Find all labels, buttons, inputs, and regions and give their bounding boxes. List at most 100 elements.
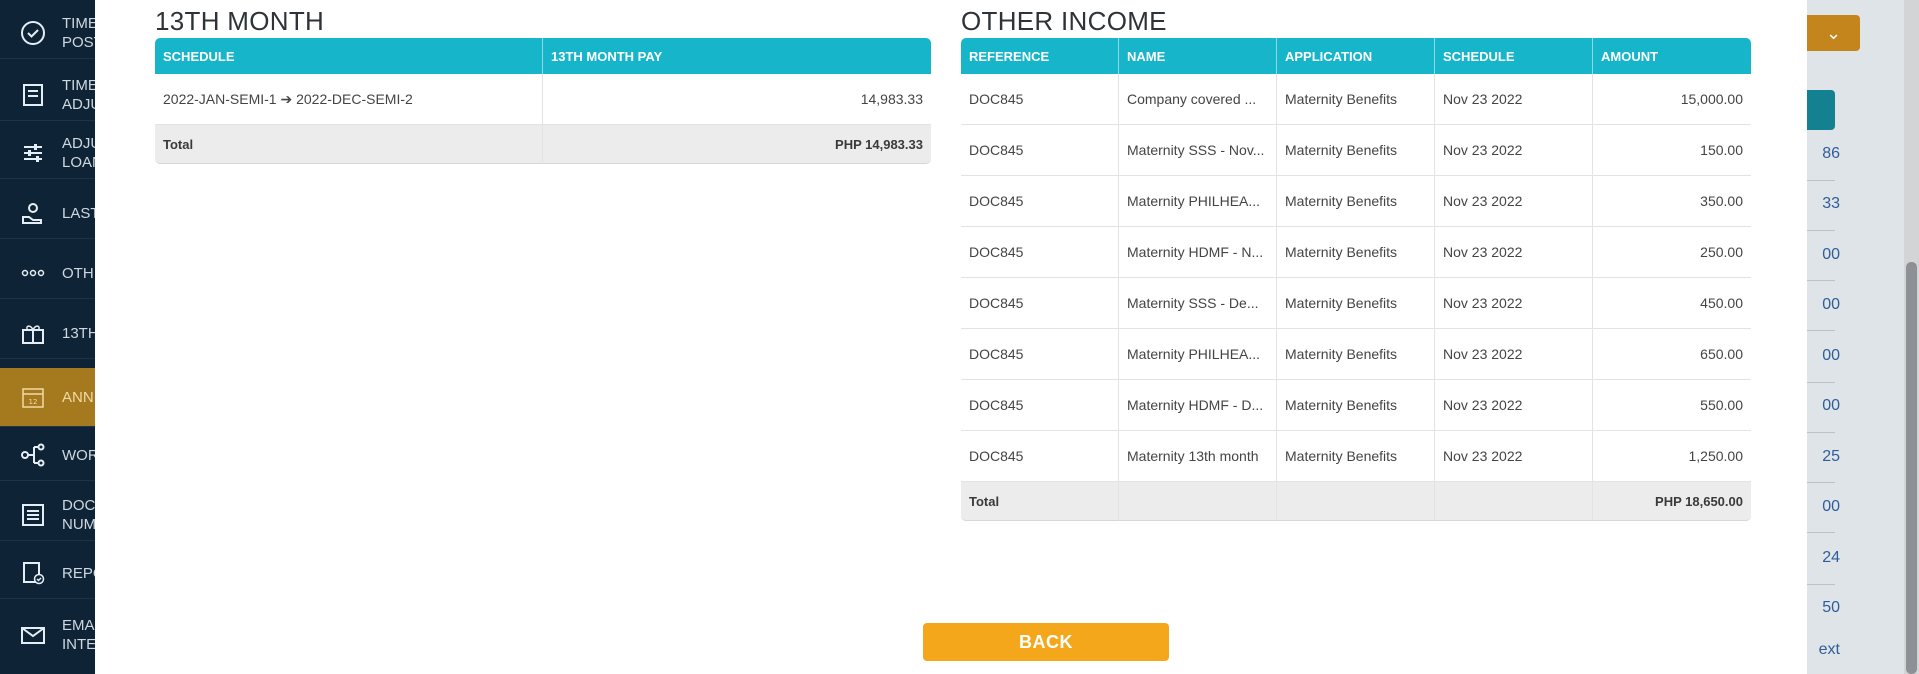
cell-application: Maternity Benefits (1277, 380, 1435, 431)
other-income-title: OTHER INCOME (961, 6, 1167, 36)
background-row-divider (1807, 330, 1835, 331)
cell-amount: 150.00 (1593, 125, 1751, 176)
background-row-divider (1807, 180, 1835, 181)
background-row-divider (1807, 482, 1835, 483)
thirteenth-month-title: 13TH MONTH (155, 6, 325, 36)
cell-reference: DOC845 (961, 329, 1119, 380)
cell-name: Maternity HDMF - D... (1119, 380, 1277, 431)
column-header-13th-month-pay: 13TH MONTH PAY (543, 38, 931, 74)
cell-schedule: 2022-JAN-SEMI-1 ➔ 2022-DEC-SEMI-2 (155, 74, 543, 125)
cell-name: Maternity HDMF - N... (1119, 227, 1277, 278)
cell-name: Maternity PHILHEA... (1119, 176, 1277, 227)
cell-schedule: Nov 23 2022 (1435, 431, 1593, 482)
table-header-row: SCHEDULE 13TH MONTH PAY (155, 38, 931, 74)
check-circle-icon (16, 16, 50, 50)
table-row: DOC845 Company covered ... Maternity Ben… (961, 74, 1751, 125)
workflow-icon (16, 438, 50, 472)
hand-coin-icon (16, 196, 50, 230)
cell-reference: DOC845 (961, 227, 1119, 278)
cell-amount: 15,000.00 (1593, 74, 1751, 125)
ellipsis-icon (16, 256, 50, 290)
cell-amount: 650.00 (1593, 329, 1751, 380)
cell-application: Maternity Benefits (1277, 176, 1435, 227)
cell-reference: DOC845 (961, 380, 1119, 431)
chevron-down-icon: ⌄ (1825, 22, 1842, 43)
calendar-icon: 12 (16, 380, 50, 414)
sidebar-item-label: EMA INTE (62, 617, 97, 653)
background-row-divider (1807, 432, 1835, 433)
cell-application: Maternity Benefits (1277, 74, 1435, 125)
report-icon (16, 556, 50, 590)
thirteenth-month-table: SCHEDULE 13TH MONTH PAY 2022-JAN-SEMI-1 … (155, 38, 931, 164)
background-row-divider (1807, 584, 1835, 585)
background-row-divider (1807, 230, 1835, 231)
total-row: Total PHP 18,650.00 (961, 482, 1751, 521)
page-scrollbar-thumb[interactable] (1906, 262, 1917, 674)
cell-schedule: Nov 23 2022 (1435, 329, 1593, 380)
cell-13th-month-pay: 14,983.33 (543, 74, 931, 125)
back-button[interactable]: BACK (923, 623, 1169, 661)
cell-name: Maternity PHILHEA... (1119, 329, 1277, 380)
table-row: 2022-JAN-SEMI-1 ➔ 2022-DEC-SEMI-2 14,983… (155, 74, 931, 125)
background-table-header (1807, 90, 1835, 130)
background-row-divider (1807, 280, 1835, 281)
cell-schedule: Nov 23 2022 (1435, 176, 1593, 227)
sidebar-item-label: OTH (62, 264, 94, 282)
total-empty-cell (1435, 482, 1593, 521)
background-dropdown-button: ⌄ (1807, 15, 1860, 51)
table-row: DOC845 Maternity PHILHEA... Maternity Be… (961, 329, 1751, 380)
cell-schedule: Nov 23 2022 (1435, 74, 1593, 125)
cell-reference: DOC845 (961, 431, 1119, 482)
cell-reference: DOC845 (961, 125, 1119, 176)
timesheet-icon (16, 78, 50, 112)
cell-application: Maternity Benefits (1277, 329, 1435, 380)
svg-text:12: 12 (29, 398, 38, 406)
background-row-divider (1807, 382, 1835, 383)
cell-amount: 350.00 (1593, 176, 1751, 227)
table-row: DOC845 Maternity SSS - De... Maternity B… (961, 278, 1751, 329)
total-row: Total PHP 14,983.33 (155, 125, 931, 164)
sidebar-item-label: DOC NUM (62, 497, 97, 533)
column-header-schedule: SCHEDULE (155, 38, 543, 74)
table-row: DOC845 Maternity HDMF - D... Maternity B… (961, 380, 1751, 431)
cell-application: Maternity Benefits (1277, 278, 1435, 329)
cell-application: Maternity Benefits (1277, 431, 1435, 482)
cell-amount: 250.00 (1593, 227, 1751, 278)
gift-icon (16, 316, 50, 350)
cell-schedule: Nov 23 2022 (1435, 227, 1593, 278)
cell-reference: DOC845 (961, 278, 1119, 329)
cell-schedule: Nov 23 2022 (1435, 380, 1593, 431)
cell-application: Maternity Benefits (1277, 125, 1435, 176)
table-header-row: REFERENCE NAME APPLICATION SCHEDULE AMOU… (961, 38, 1751, 74)
total-empty-cell (1277, 482, 1435, 521)
cell-reference: DOC845 (961, 74, 1119, 125)
background-row-divider (1807, 532, 1835, 533)
sidebar-item-label: ANN (62, 388, 94, 406)
column-header-name: NAME (1119, 38, 1277, 74)
column-header-reference: REFERENCE (961, 38, 1119, 74)
column-header-schedule: SCHEDULE (1435, 38, 1593, 74)
cell-application: Maternity Benefits (1277, 227, 1435, 278)
sidebar-item-label: 13TH (62, 324, 99, 342)
cell-name: Company covered ... (1119, 74, 1277, 125)
cell-name: Maternity 13th month (1119, 431, 1277, 482)
total-value: PHP 14,983.33 (543, 125, 931, 164)
other-income-table: REFERENCE NAME APPLICATION SCHEDULE AMOU… (961, 38, 1751, 521)
detail-modal: 13TH MONTH SCHEDULE 13TH MONTH PAY 2022-… (95, 0, 1807, 674)
total-value: PHP 18,650.00 (1593, 482, 1751, 521)
cell-amount: 450.00 (1593, 278, 1751, 329)
cell-reference: DOC845 (961, 176, 1119, 227)
cell-name: Maternity SSS - De... (1119, 278, 1277, 329)
sliders-icon (16, 136, 50, 170)
cell-schedule: Nov 23 2022 (1435, 125, 1593, 176)
total-empty-cell (1119, 482, 1277, 521)
total-label: Total (961, 482, 1119, 521)
cell-amount: 1,250.00 (1593, 431, 1751, 482)
table-row: DOC845 Maternity HDMF - N... Maternity B… (961, 227, 1751, 278)
sidebar-item-label: LAST (62, 204, 100, 222)
sidebar-item-label: WOR (62, 446, 99, 464)
column-header-amount: AMOUNT (1593, 38, 1751, 74)
table-row: DOC845 Maternity SSS - Nov... Maternity … (961, 125, 1751, 176)
total-label: Total (155, 125, 543, 164)
cell-schedule: Nov 23 2022 (1435, 278, 1593, 329)
